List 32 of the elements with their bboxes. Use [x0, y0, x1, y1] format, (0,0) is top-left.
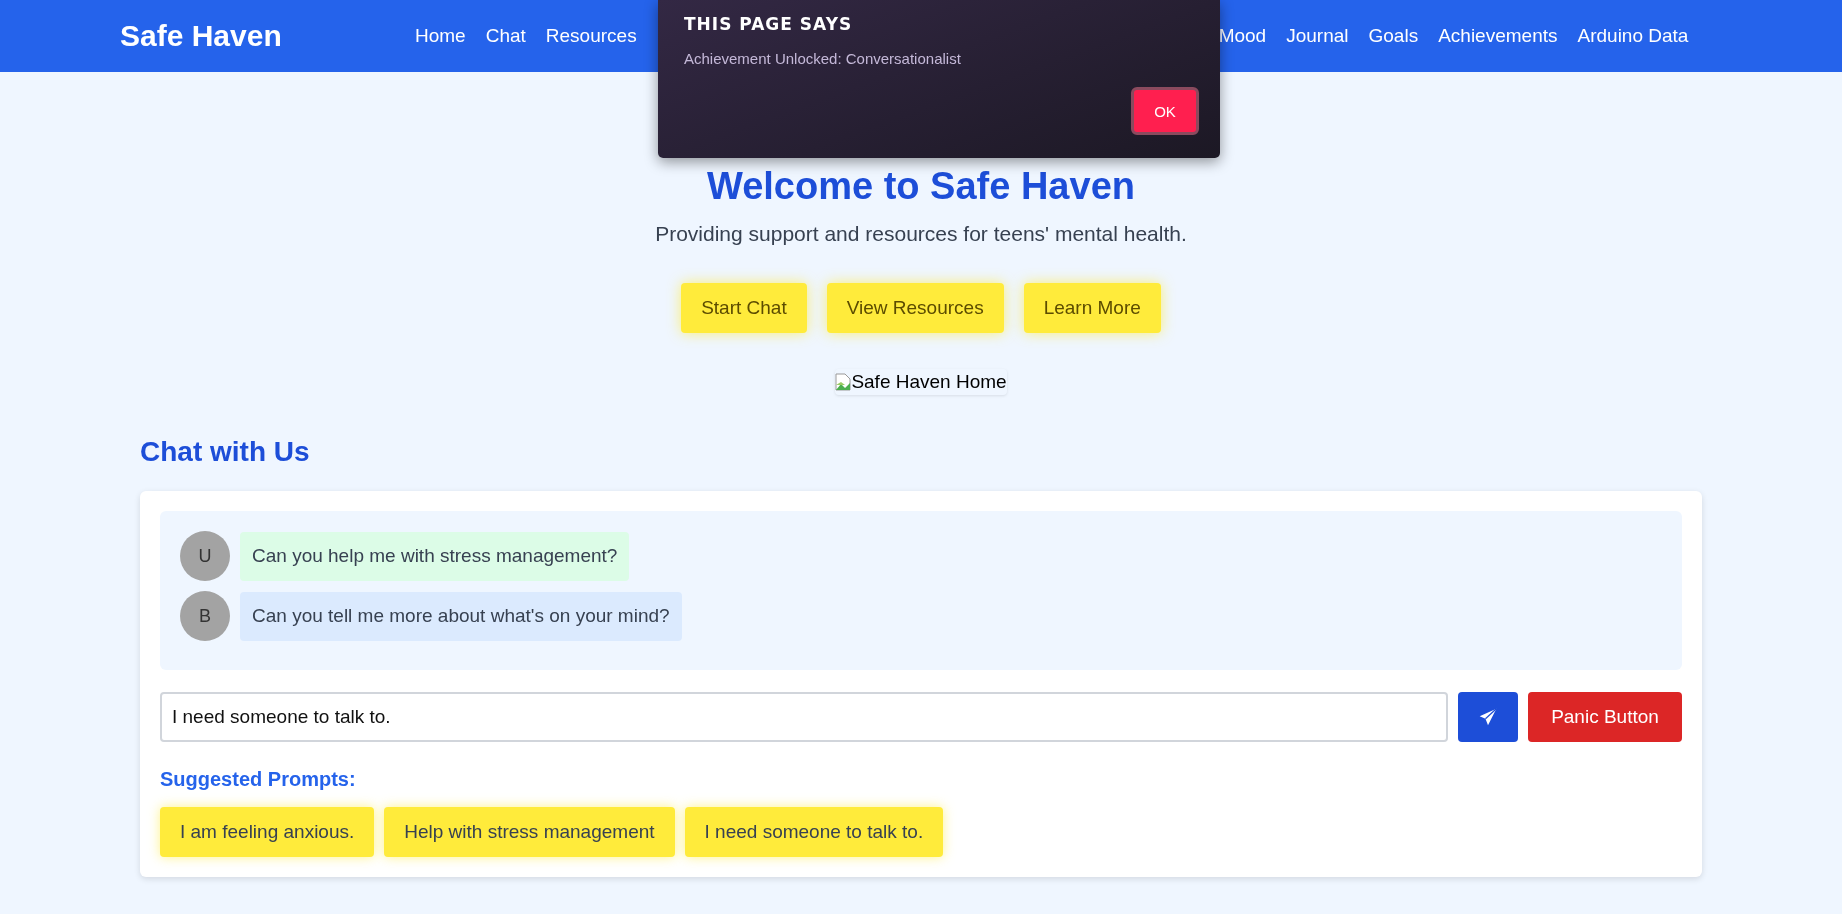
nav-link[interactable]: Goals — [1368, 25, 1419, 47]
hero-button[interactable]: View Resources — [826, 283, 1004, 333]
avatar: B — [180, 591, 230, 641]
site-logo[interactable]: Safe Haven — [120, 19, 415, 53]
nav-link[interactable]: Chat — [485, 25, 526, 47]
send-button[interactable] — [1458, 692, 1518, 742]
image-alt-text: Safe Haven Home — [851, 371, 1007, 393]
nav-link[interactable]: Achievements — [1438, 25, 1558, 47]
send-icon — [1478, 707, 1498, 727]
section-heading: Chat with Us — [140, 435, 311, 469]
hero-button[interactable]: Start Chat — [681, 283, 807, 333]
panic-button[interactable]: Panic Button — [1528, 692, 1682, 742]
broken-image-icon — [835, 373, 852, 391]
message-bubble: Can you help me with stress management? — [240, 531, 630, 581]
dialog-message: Achievement Unlocked: Conversationalist — [684, 50, 961, 67]
nav-link[interactable]: Resources — [545, 25, 637, 47]
prompt-button[interactable]: I need someone to talk to. — [684, 807, 944, 857]
message-input[interactable]: I need someone to talk to. — [160, 692, 1448, 742]
avatar: U — [180, 531, 230, 581]
prompts-heading: Suggested Prompts: — [160, 768, 357, 791]
page-heading: Welcome to Safe Haven — [707, 164, 1135, 208]
nav-link[interactable]: Arduino Data — [1577, 25, 1689, 47]
subtitle: Providing support and resources for teens' mental health. — [655, 222, 1187, 246]
nav-link[interactable]: Home — [415, 25, 466, 47]
prompt-button[interactable]: I am feeling anxious. — [160, 807, 375, 857]
ok-button[interactable]: OK — [1131, 87, 1199, 135]
nav-link[interactable]: Mood — [1218, 25, 1267, 47]
nav-link[interactable]: Journal — [1286, 25, 1349, 47]
dialog-title: THIS PAGE SAYS — [684, 14, 853, 34]
message-bubble: Can you tell me more about what's on your mind? — [240, 591, 682, 641]
hero-button[interactable]: Learn More — [1023, 283, 1161, 333]
prompt-button[interactable]: Help with stress management — [384, 807, 675, 857]
